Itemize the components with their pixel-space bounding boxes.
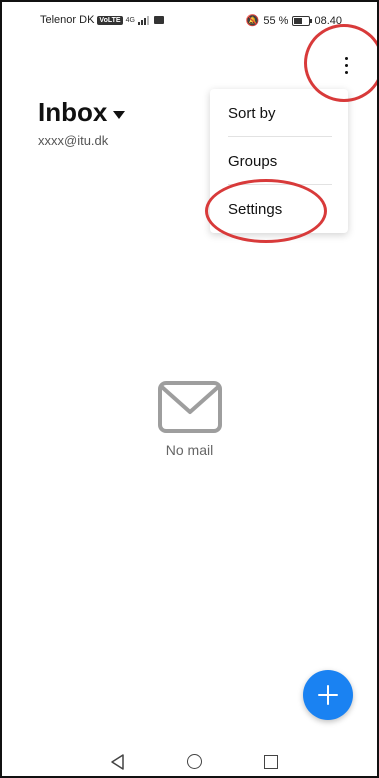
plus-icon bbox=[318, 685, 338, 705]
network-type: 4G bbox=[125, 16, 135, 24]
menu-item-label: Groups bbox=[228, 152, 278, 170]
sim-icon bbox=[153, 16, 164, 24]
caret-down-icon bbox=[113, 110, 126, 119]
battery-percent: 55 % bbox=[263, 14, 289, 27]
menu-item-label: Sort by bbox=[228, 104, 276, 122]
status-bar: Telenor DK VoLTE 4G 🔕 55 % 08.40 bbox=[2, 2, 377, 42]
volte-icon: VoLTE bbox=[97, 15, 123, 25]
carrier-name: Telenor DK bbox=[40, 14, 95, 26]
menu-item-settings[interactable]: Settings bbox=[210, 185, 348, 233]
recent-apps-icon[interactable] bbox=[264, 755, 278, 769]
mute-icon: 🔕 bbox=[245, 15, 260, 27]
system-nav-bar bbox=[2, 744, 377, 776]
more-options-button[interactable] bbox=[324, 48, 368, 82]
phone-screen: Telenor DK VoLTE 4G 🔕 55 % 08.40 Inbox x… bbox=[0, 0, 379, 778]
menu-item-groups[interactable]: Groups bbox=[210, 137, 348, 185]
home-icon[interactable] bbox=[187, 754, 202, 769]
inbox-folder-selector[interactable]: Inbox bbox=[38, 97, 126, 128]
page-title: Inbox bbox=[38, 97, 108, 127]
overflow-menu: Sort by Groups Settings bbox=[210, 89, 348, 233]
menu-item-sort-by[interactable]: Sort by bbox=[210, 89, 348, 137]
status-right: 🔕 55 % 08.40 bbox=[245, 14, 342, 28]
account-email: xxxx@itu.dk bbox=[38, 133, 109, 148]
mail-icon bbox=[157, 381, 222, 433]
signal-icon bbox=[137, 15, 149, 25]
more-vert-icon bbox=[344, 56, 348, 74]
back-icon[interactable] bbox=[110, 754, 126, 770]
status-time: 08.40 bbox=[314, 14, 342, 27]
battery-icon bbox=[292, 15, 313, 26]
menu-item-label: Settings bbox=[228, 200, 283, 218]
compose-button[interactable] bbox=[303, 670, 353, 720]
status-left: Telenor DK VoLTE 4G bbox=[40, 14, 164, 26]
empty-state-text: No mail bbox=[165, 442, 214, 458]
empty-state: No mail bbox=[2, 380, 377, 458]
